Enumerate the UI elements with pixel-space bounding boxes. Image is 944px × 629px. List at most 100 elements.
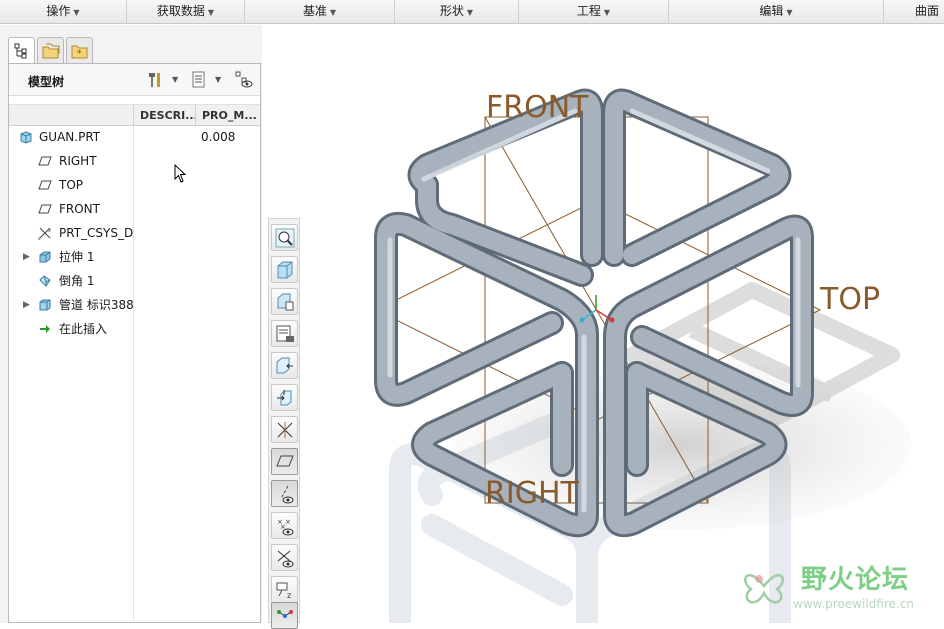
csys-icon: zx: [38, 227, 51, 240]
reorient-icon: [276, 357, 293, 374]
orientation-button[interactable]: [271, 352, 298, 379]
menu-datum[interactable]: 基准 ▼: [245, 0, 395, 24]
view-manager-button[interactable]: [271, 320, 298, 347]
watermark-url: www.proewildfire.cn: [793, 597, 914, 611]
tree-row-pipe[interactable]: ▶ 管道 标识388: [9, 293, 260, 317]
saved-views-button[interactable]: [271, 288, 298, 315]
model-tree-icon: [14, 43, 27, 59]
tree-row-datum-right[interactable]: RIGHT: [9, 149, 260, 173]
extrude-icon: [39, 251, 51, 263]
zoom-icon: [275, 228, 295, 248]
tree-column-header: DESCRI... PRO_M...: [9, 104, 260, 126]
menu-surfaces[interactable]: 曲面: [884, 0, 944, 24]
svg-text:z: z: [287, 591, 291, 600]
saved-views-icon: [277, 293, 294, 311]
show-list-icon[interactable]: [190, 71, 208, 89]
tree-row-label: FRONT: [59, 202, 100, 216]
point-display-toggle[interactable]: × × ×: [271, 512, 298, 539]
spin-center-toggle[interactable]: [271, 602, 298, 629]
tree-row-chamfer[interactable]: 倒角 1: [9, 269, 260, 293]
menu-engineering[interactable]: 工程 ▼: [519, 0, 669, 24]
menu-engineering-label: 工程: [576, 4, 601, 18]
tree-row-label: 在此插入: [59, 322, 108, 336]
menu-edit[interactable]: 编辑 ▼: [669, 0, 884, 24]
favorites-folder-icon: *: [71, 45, 88, 59]
menu-shapes[interactable]: 形状 ▼: [395, 0, 519, 24]
datum-display-icon: [277, 422, 293, 438]
svg-text:x: x: [48, 228, 51, 234]
model-canvas[interactable]: FRONT TOP RIGHT: [302, 25, 944, 629]
plane-display-toggle[interactable]: [271, 448, 298, 475]
column-description[interactable]: DESCRI...: [133, 105, 195, 126]
chevron-down-icon: ▼: [329, 8, 337, 17]
chevron-down-icon[interactable]: ▼: [215, 75, 221, 84]
tree-row-label: RIGHT: [59, 154, 97, 168]
mass-value: 0.008: [201, 130, 236, 144]
menu-operations[interactable]: 操作 ▼: [0, 0, 127, 24]
view-manager-icon: [276, 325, 294, 342]
tree-row-extrude[interactable]: ▶ 拉伸 1: [9, 245, 260, 269]
folder-icon: [42, 43, 60, 59]
annotation-display-toggle[interactable]: z: [271, 576, 298, 603]
menu-get-data[interactable]: 获取数据 ▼: [127, 0, 245, 24]
datum-plane-icon: [38, 156, 52, 166]
chevron-down-icon: ▼: [786, 8, 793, 17]
tree-row-label: TOP: [59, 178, 84, 192]
view-toolbar: × × × z: [268, 218, 300, 629]
ribbon-group-bar: 操作 ▼ 获取数据 ▼ 基准 ▼ 形状 ▼ 工程 ▼ 编辑 ▼ 曲面: [0, 0, 944, 24]
graphics-window[interactable]: FRONT TOP RIGHT: [302, 25, 944, 629]
insert-here-arrow-icon: [40, 325, 50, 333]
tree-row-datum-top[interactable]: TOP: [9, 173, 260, 197]
annotation-display-icon: z: [276, 582, 291, 600]
csys-display-toggle[interactable]: [271, 544, 298, 571]
tab-model-tree[interactable]: [8, 37, 35, 65]
forum-watermark: 野火论坛 www.proewildfire.cn: [735, 555, 944, 623]
shading-button[interactable]: [271, 256, 298, 283]
tree-row-datum-front[interactable]: FRONT: [9, 197, 260, 221]
view-normal-button[interactable]: [271, 384, 298, 411]
expand-triangle-icon[interactable]: ▶: [23, 293, 30, 317]
part-icon: [20, 131, 32, 144]
model-tree-pane: 模型树 ▼ ▼ DESCRI... PRO_M... GUAN.PRT 0.00: [8, 63, 261, 623]
tree-filter-visibility-icon[interactable]: [235, 71, 253, 89]
chevron-down-icon: ▼: [603, 8, 611, 17]
tree-row-label: 管道 标识388: [59, 298, 133, 312]
settings-tools-icon[interactable]: [147, 71, 165, 89]
datum-label-right[interactable]: RIGHT: [485, 476, 579, 511]
tab-folder-browser[interactable]: [37, 37, 64, 63]
tree-row-insert-here[interactable]: 在此插入: [9, 317, 260, 341]
menu-operations-label: 操作: [46, 4, 71, 18]
pipe-frame: [374, 88, 814, 538]
axis-display-toggle[interactable]: [271, 480, 298, 507]
pipe-icon: [39, 299, 51, 311]
chevron-down-icon: ▼: [207, 8, 215, 17]
datum-label-front[interactable]: FRONT: [486, 90, 589, 125]
navigator-panel: * 模型树 ▼ ▼ DESCRI... PRO_M... GUAN.PRT 0.…: [0, 25, 262, 623]
menu-surfaces-label: 曲面: [915, 4, 940, 18]
svg-text:z: z: [38, 236, 41, 240]
chevron-down-icon[interactable]: ▼: [172, 75, 178, 84]
tree-row-part[interactable]: GUAN.PRT 0.008: [9, 125, 260, 149]
model-tree-header: 模型树 ▼ ▼: [9, 64, 260, 96]
refit-button[interactable]: [271, 224, 298, 251]
csys-display-icon: [277, 550, 294, 568]
column-pro-mp-mass[interactable]: PRO_M...: [195, 105, 260, 126]
tab-favorites[interactable]: *: [66, 37, 93, 63]
watermark-title: 野火论坛: [801, 565, 910, 595]
chevron-down-icon: ▼: [466, 8, 474, 17]
datum-display-button[interactable]: [271, 416, 298, 443]
view-normal-icon: [277, 390, 292, 406]
axis-display-icon: [281, 485, 294, 504]
model-tree-title: 模型树: [28, 75, 65, 89]
spin-center-icon: [277, 610, 293, 618]
menu-edit-label: 编辑: [759, 4, 784, 18]
tree-row-csys[interactable]: zx PRT_CSYS_DEF: [9, 221, 260, 245]
datum-plane-icon: [38, 204, 52, 214]
datum-label-top[interactable]: TOP: [819, 282, 880, 317]
chevron-down-icon: ▼: [73, 8, 80, 17]
svg-text:*: *: [77, 49, 82, 59]
shaded-cube-icon: [277, 261, 293, 279]
plane-display-icon: [276, 455, 294, 467]
tree-row-label: 倒角 1: [59, 274, 95, 288]
expand-triangle-icon[interactable]: ▶: [23, 245, 30, 269]
